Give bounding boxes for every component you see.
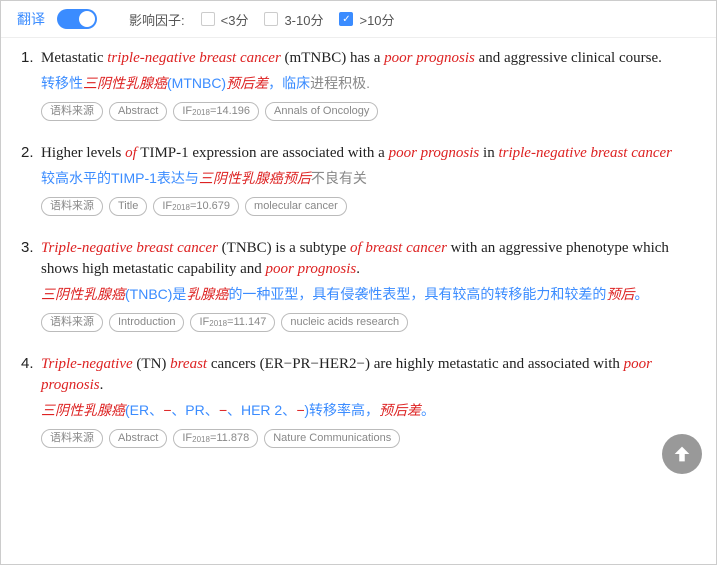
filter-checkbox-1[interactable]: 3-10分 — [264, 10, 323, 29]
checkbox-box: ✓ — [339, 12, 353, 26]
checkbox-box — [264, 12, 278, 26]
result-number: 1. — [21, 48, 41, 121]
tag-journal[interactable]: Annals of Oncology — [265, 102, 378, 121]
result-number: 4. — [21, 354, 41, 448]
checkbox-box — [201, 12, 215, 26]
tag-source[interactable]: 语料来源 — [41, 429, 103, 448]
result-body: Higher levels of TIMP-1 expression are a… — [41, 143, 696, 216]
tag-source[interactable]: 语料来源 — [41, 197, 103, 216]
result-body: Triple-negative (TN) breast cancers (ER−… — [41, 354, 696, 448]
tag-if[interactable]: IF2018=10.679 — [153, 197, 239, 216]
result-item: 3.Triple-negative breast cancer (TNBC) i… — [21, 238, 696, 332]
result-item: 1.Metastatic triple-negative breast canc… — [21, 48, 696, 121]
english-sentence: Triple-negative (TN) breast cancers (ER−… — [41, 354, 696, 396]
tag-section[interactable]: Title — [109, 197, 147, 216]
arrow-up-icon — [671, 443, 693, 465]
tag-section[interactable]: Introduction — [109, 313, 184, 332]
translate-label: 翻译 — [17, 9, 45, 29]
result-item: 2.Higher levels of TIMP-1 expression are… — [21, 143, 696, 216]
tag-journal[interactable]: Nature Communications — [264, 429, 400, 448]
results-list: 1.Metastatic triple-negative breast canc… — [1, 38, 716, 480]
result-number: 2. — [21, 143, 41, 216]
checkbox-label: >10分 — [359, 10, 394, 29]
tag-journal[interactable]: molecular cancer — [245, 197, 347, 216]
translation-sentence: 较高水平的TIMP-1表达与三阴性乳腺癌预后不良有关 — [41, 168, 696, 189]
english-sentence: Triple-negative breast cancer (TNBC) is … — [41, 238, 696, 280]
english-sentence: Higher levels of TIMP-1 expression are a… — [41, 143, 696, 164]
translation-sentence: 三阴性乳腺癌(ER、−、PR、−、HER 2、−)转移率高，预后差。 — [41, 400, 696, 421]
english-sentence: Metastatic triple-negative breast cancer… — [41, 48, 696, 69]
result-number: 3. — [21, 238, 41, 332]
filter-checkbox-0[interactable]: <3分 — [201, 10, 249, 29]
translation-sentence: 转移性三阴性乳腺癌(MTNBC)预后差，临床进程积极. — [41, 73, 696, 94]
translate-toggle[interactable] — [57, 9, 97, 29]
filter-bar: 翻译 影响因子: <3分 3-10分 ✓ >10分 — [1, 1, 716, 38]
tag-source[interactable]: 语料来源 — [41, 313, 103, 332]
checkbox-label: <3分 — [221, 10, 249, 29]
tag-source[interactable]: 语料来源 — [41, 102, 103, 121]
tag-if[interactable]: IF2018=11.878 — [173, 429, 258, 448]
translation-sentence: 三阴性乳腺癌(TNBC)是乳腺癌的一种亚型，具有侵袭性表型，具有较高的转移能力和… — [41, 284, 696, 305]
tag-row: 语料来源 Abstract IF2018=14.196 Annals of Oncol… — [41, 102, 696, 121]
tag-journal[interactable]: nucleic acids research — [281, 313, 408, 332]
toggle-knob — [79, 11, 95, 27]
tag-section[interactable]: Abstract — [109, 429, 167, 448]
filter-checkbox-2[interactable]: ✓ >10分 — [339, 10, 394, 29]
scroll-to-top-button[interactable] — [662, 434, 702, 474]
tag-row: 语料来源 Abstract IF2018=11.878 Nature Communic… — [41, 429, 696, 448]
result-body: Metastatic triple-negative breast cancer… — [41, 48, 696, 121]
tag-if[interactable]: IF2018=14.196 — [173, 102, 259, 121]
checkbox-label: 3-10分 — [284, 10, 323, 29]
tag-row: 语料来源 Title IF2018=10.679 molecular cancer — [41, 197, 696, 216]
tag-row: 语料来源 Introduction IF2018=11.147 nucleic aci… — [41, 313, 696, 332]
impact-factor-label: 影响因子: — [129, 10, 185, 29]
result-item: 4.Triple-negative (TN) breast cancers (E… — [21, 354, 696, 448]
tag-section[interactable]: Abstract — [109, 102, 167, 121]
result-body: Triple-negative breast cancer (TNBC) is … — [41, 238, 696, 332]
tag-if[interactable]: IF2018=11.147 — [190, 313, 275, 332]
